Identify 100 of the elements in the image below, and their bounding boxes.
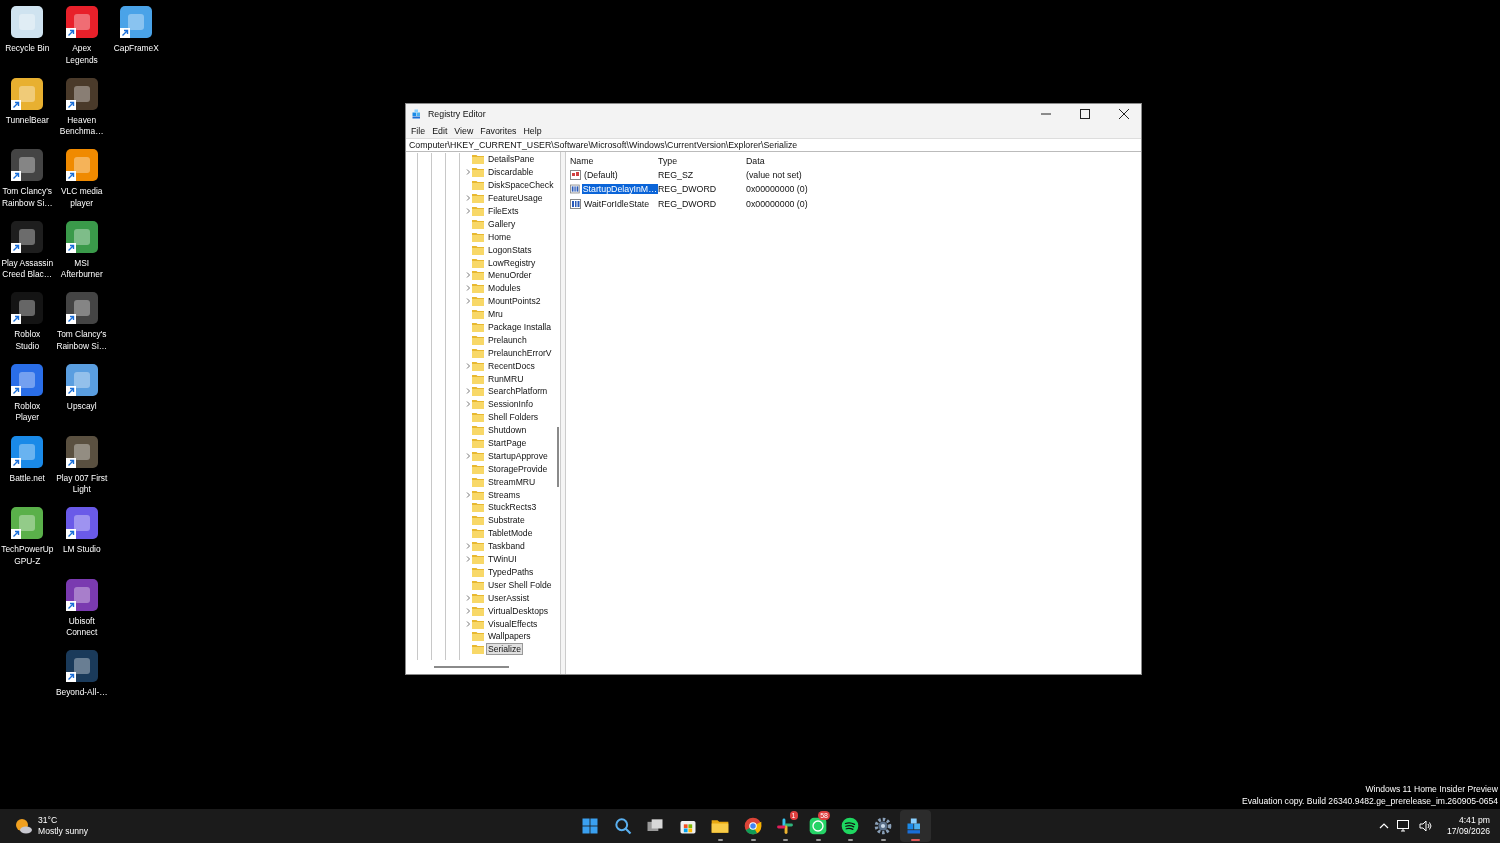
tree-item[interactable]: StreamMRU xyxy=(486,475,538,488)
column-header[interactable]: Type xyxy=(658,156,678,167)
tree-item[interactable]: MountPoints2 xyxy=(486,295,543,308)
icon-label[interactable]: Tom Clancy's Rainbow Si… xyxy=(1,186,54,210)
tree-item[interactable]: Wallpapers xyxy=(486,630,533,643)
tree-item[interactable]: StartupApprove xyxy=(486,449,550,462)
chevron-icon[interactable] xyxy=(464,387,472,396)
icon-label[interactable]: Ubisoft Connect xyxy=(55,615,108,639)
tree-item[interactable]: UserAssist xyxy=(486,591,532,604)
value-name[interactable]: StartupDelayInM… xyxy=(581,184,658,195)
tree-item[interactable]: LowRegistry xyxy=(486,256,538,269)
folder-icon xyxy=(472,566,484,577)
tree-item[interactable]: RecentDocs xyxy=(486,359,537,372)
icon-label[interactable]: CapFrameX xyxy=(110,43,163,55)
tree-item[interactable]: MenuOrder xyxy=(486,269,534,282)
icon-label[interactable]: Beyond-All-… xyxy=(55,687,108,699)
tree-item[interactable]: SearchPlatform xyxy=(486,385,550,398)
column-header[interactable]: Name xyxy=(570,156,594,167)
menu-item[interactable]: File xyxy=(409,125,431,137)
icon-label[interactable]: TechPowerUp GPU-Z xyxy=(1,544,54,568)
tree-item[interactable]: Gallery xyxy=(486,217,518,230)
icon-label[interactable]: MSI Afterburner xyxy=(55,257,108,281)
icon-label[interactable]: Play Assassin Creed Blac… xyxy=(1,257,54,281)
chevron-icon[interactable] xyxy=(464,619,472,628)
tree-item[interactable]: RunMRU xyxy=(486,372,526,385)
address-bar[interactable]: Computer\HKEY_CURRENT_USER\Software\Microsoft\Windows\CurrentVersion\Explorer\Serialize xyxy=(406,138,1141,152)
icon-label[interactable]: Tom Clancy's Rainbow Si… xyxy=(55,329,108,353)
tree-item[interactable]: Serialize xyxy=(486,643,523,656)
scrollbar[interactable] xyxy=(557,427,559,487)
volume-icon[interactable] xyxy=(1419,820,1433,832)
chevron-icon[interactable] xyxy=(464,207,472,215)
tree-item[interactable]: VisualEffects xyxy=(486,617,540,630)
tree-item[interactable]: Shutdown xyxy=(486,424,529,437)
icon-label[interactable]: Recycle Bin xyxy=(1,43,54,55)
tree-item[interactable]: StartPage xyxy=(486,437,529,450)
tree-item[interactable]: Shell Folders xyxy=(486,411,541,424)
icon-label[interactable]: TunnelBear xyxy=(1,114,54,127)
tree-item[interactable]: Discardable xyxy=(486,166,536,179)
chevron-icon[interactable] xyxy=(464,555,472,564)
folder-icon xyxy=(472,579,484,590)
chevron-icon[interactable] xyxy=(464,361,472,370)
clock-time[interactable]: 4:41 pm xyxy=(1458,814,1490,826)
chevron-icon[interactable] xyxy=(464,297,472,306)
temperature[interactable]: 31°C xyxy=(38,815,89,826)
clock-date[interactable]: 17/09/2026 xyxy=(1447,826,1490,838)
tree-item[interactable]: Taskband xyxy=(486,540,527,553)
menu-item[interactable]: Favorites xyxy=(478,125,522,137)
chevron-icon[interactable] xyxy=(464,194,472,203)
icon-label[interactable]: LM Studio xyxy=(55,544,108,556)
tree-item[interactable]: PrelaunchErrorV xyxy=(486,346,554,359)
tree-item[interactable]: DetailsPane xyxy=(486,153,537,166)
tree-item[interactable]: TabletMode xyxy=(486,527,535,540)
icon-label[interactable]: Upscayl xyxy=(55,400,108,413)
sun-cloud-icon[interactable] xyxy=(15,818,33,834)
tree-item[interactable]: Substrate xyxy=(486,514,527,527)
chevron-icon[interactable] xyxy=(464,168,472,177)
tree-item[interactable]: Home xyxy=(486,230,513,243)
tree-item[interactable]: StorageProvide xyxy=(486,462,550,475)
taskbar-button[interactable] xyxy=(900,810,931,842)
menu-item[interactable]: View xyxy=(452,125,479,137)
chevron-icon[interactable] xyxy=(464,284,472,293)
tree-item[interactable]: Modules xyxy=(486,282,523,295)
menu-item[interactable]: Edit xyxy=(430,125,453,137)
tree-item[interactable]: FeatureUsage xyxy=(486,192,545,205)
tree-item[interactable]: User Shell Folde xyxy=(486,578,554,591)
chevron-icon[interactable] xyxy=(464,271,472,280)
weather-condition[interactable]: Mostly sunny xyxy=(38,826,89,837)
tree-item[interactable]: Mru xyxy=(486,308,505,321)
tree-item[interactable]: Prelaunch xyxy=(486,333,529,346)
icon-label[interactable]: Heaven Benchma… xyxy=(55,114,108,138)
icon-label[interactable]: Battle.net xyxy=(1,472,54,485)
icon-label[interactable]: Apex Legends xyxy=(55,43,108,66)
folder-icon xyxy=(472,154,484,165)
tree-item[interactable]: Package Installa xyxy=(486,321,554,333)
tree-item[interactable]: TWinUI xyxy=(486,553,519,566)
column-header[interactable]: Data xyxy=(746,156,765,167)
tree-item[interactable]: Streams xyxy=(486,488,522,501)
chevron-icon[interactable] xyxy=(464,606,472,615)
icon-label[interactable]: VLC media player xyxy=(55,186,108,210)
chevron-icon[interactable] xyxy=(464,542,472,551)
tree-item[interactable]: VirtualDesktops xyxy=(486,604,551,617)
chevron-icon[interactable] xyxy=(464,451,472,460)
scrollbar[interactable] xyxy=(434,666,509,668)
tree-item[interactable]: LogonStats xyxy=(486,243,534,256)
tree-item[interactable]: DiskSpaceCheck xyxy=(486,179,556,192)
tree-item[interactable]: FileExts xyxy=(486,205,521,217)
value-name[interactable]: WaitForIdleState xyxy=(583,198,651,209)
chevron-icon[interactable] xyxy=(464,490,472,499)
tree-item[interactable]: TypedPaths xyxy=(486,565,536,578)
icon-label[interactable]: Roblox Player xyxy=(1,400,54,424)
icon-label[interactable]: Play 007 First Light xyxy=(55,472,108,496)
value-name[interactable]: (Default) xyxy=(583,170,619,181)
network-icon[interactable] xyxy=(1397,820,1411,832)
tree-item[interactable]: SessionInfo xyxy=(486,398,535,411)
chevron-icon[interactable] xyxy=(464,400,472,409)
chevron-up-icon[interactable] xyxy=(1379,822,1389,830)
chevron-icon[interactable] xyxy=(464,593,472,602)
tree-item[interactable]: StuckRects3 xyxy=(486,501,539,514)
menu-item[interactable]: Help xyxy=(521,125,547,137)
icon-label[interactable]: Roblox Studio xyxy=(1,329,54,353)
